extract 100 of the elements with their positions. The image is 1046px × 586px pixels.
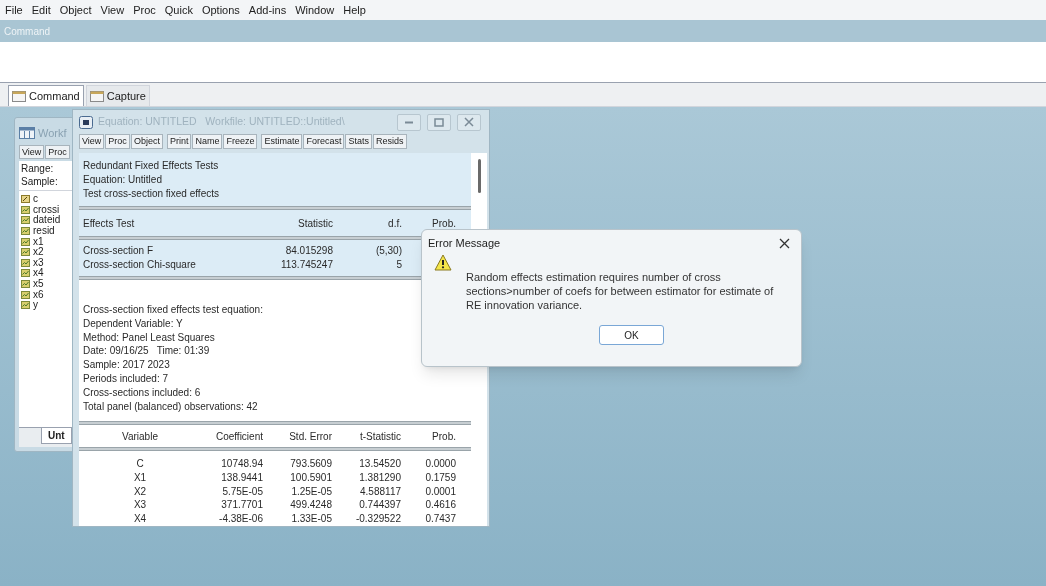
info-text: Cross-sections included: 6 [83,385,201,400]
table-cell-text: 138.9441 [220,471,263,485]
column-header: Coefficient [214,429,263,444]
table-cell-text: 793.5609 [289,457,332,472]
table-cell-text: 0.0001 [424,484,456,499]
maximize-button[interactable] [427,113,451,131]
object-item[interactable]: x2 [21,246,44,258]
table-cell-text: 371.7701 [220,498,263,513]
table-cell-text: 0.744397 [358,498,401,513]
toolbar-button[interactable]: Resids [373,134,407,149]
tab[interactable]: Command [8,85,84,106]
object-item[interactable]: x6 [21,289,44,300]
panel-title: Command [4,24,51,39]
close-icon [464,117,474,127]
series-icon [21,227,30,236]
object-item[interactable]: x1 [21,236,44,247]
table-cell-text: X1 [132,471,148,485]
info-text: Periods included: 7 [83,372,169,386]
series-icon [21,205,30,214]
table-cell-text: -0.329522 [354,512,401,526]
table-cell-text: X4 [132,512,148,526]
table-cell-text: 499.4248 [289,498,332,513]
maximize-icon [434,117,444,127]
coefficient-icon [21,195,30,204]
info-text: Cross-section fixed effects test equation: [83,303,263,317]
close-icon [778,237,790,249]
column-header: Variable [121,429,159,444]
object-item[interactable]: dateid [21,215,61,226]
menu-item[interactable]: View [99,1,126,19]
menu-item[interactable]: File [4,1,24,19]
object-item[interactable]: crossi [21,204,60,216]
table-cell-text: X2 [132,484,148,499]
column-header: d.f. [387,216,402,231]
column-header: Prob. [431,216,456,231]
toolbar-button[interactable]: Estimate [261,134,303,149]
ok-button[interactable]: OK [599,325,664,345]
close-button[interactable] [777,236,791,250]
toolbar-button[interactable]: Object [130,134,163,149]
table-cell-text: 0.4616 [424,498,456,513]
error-message: Random effects estimation requires number of cross sections>number of coefs for between estimator for estimate of RE innovation variance. [466,270,775,312]
toolbar-button[interactable]: Freeze [223,134,258,149]
toolbar-button[interactable]: Proc [45,145,70,159]
toolbar-button[interactable]: Proc [105,134,130,149]
sheet-tab[interactable]: Unt [41,428,72,444]
object-item[interactable]: c [21,194,38,205]
toolbar-button[interactable]: Print [166,134,192,149]
header-text: Test cross-section fixed effects [83,187,219,201]
menu-item[interactable]: Help [342,1,367,19]
command-field[interactable] [0,42,1046,83]
header-text: Redundant Fixed Effects Tests [83,159,219,173]
equation-icon [79,115,93,129]
window-title: Workf [38,125,67,141]
table-cell-text: 5 [395,258,402,272]
tab[interactable]: Capture [85,85,150,106]
table-cell-text: Cross-section F [83,244,154,258]
column-header: Effects Test [83,216,136,231]
object-item[interactable]: y [21,299,38,311]
menu-item[interactable]: Proc [132,1,157,19]
toolbar-button[interactable]: View [19,145,45,159]
menu-item[interactable]: Edit [30,1,52,19]
series-icon [21,301,30,310]
table-cell-text: 1.33E-05 [290,512,332,526]
series-icon [21,269,30,278]
column-header: t-Statistic [358,429,401,444]
table-cell-text: -4.38E-06 [218,512,263,526]
toolbar-button[interactable]: Forecast [303,134,345,149]
table-cell-text: C [135,457,145,472]
minimize-icon [404,120,414,124]
series-icon [21,248,30,257]
toolbar-button[interactable]: Name [192,134,223,149]
toolbar-button[interactable]: View [79,134,105,149]
series-icon [21,258,30,267]
table-cell-text: 0.7437 [424,512,456,526]
scrollbar-thumb[interactable] [477,159,481,193]
menu-item[interactable]: Add-ins [247,1,288,19]
dialog-title: Error Message [428,235,501,251]
object-item[interactable]: x5 [21,278,44,290]
info-label: Range: [21,162,54,175]
minimize-button[interactable] [397,113,421,131]
toolbar-button[interactable]: Stats [345,134,372,149]
table-icon [19,127,35,139]
header-text: Equation: Untitled [83,173,162,187]
menu-item[interactable]: Quick [163,1,194,19]
window-icon [89,90,104,102]
info-text: Total panel (balanced) observations: 42 [83,399,258,414]
object-item[interactable]: x3 [21,257,44,269]
object-item[interactable]: resid [21,225,55,237]
menu-item[interactable]: Options [200,1,241,19]
object-item[interactable]: x4 [21,268,44,279]
warning-icon [434,254,452,271]
info-text: Sample: 2017 2023 [83,358,170,372]
table-cell-text: 10748.94 [220,457,263,472]
menu-item[interactable]: Object [58,1,93,19]
table-cell-text: 100.5901 [289,471,332,485]
window-icon [12,90,26,102]
table-cell-text: 113.745247 [279,258,333,272]
table-cell-text: 0.1759 [424,471,456,485]
column-header: Statistic [297,216,333,231]
menu-item[interactable]: Window [294,1,336,19]
series-icon [21,280,30,289]
